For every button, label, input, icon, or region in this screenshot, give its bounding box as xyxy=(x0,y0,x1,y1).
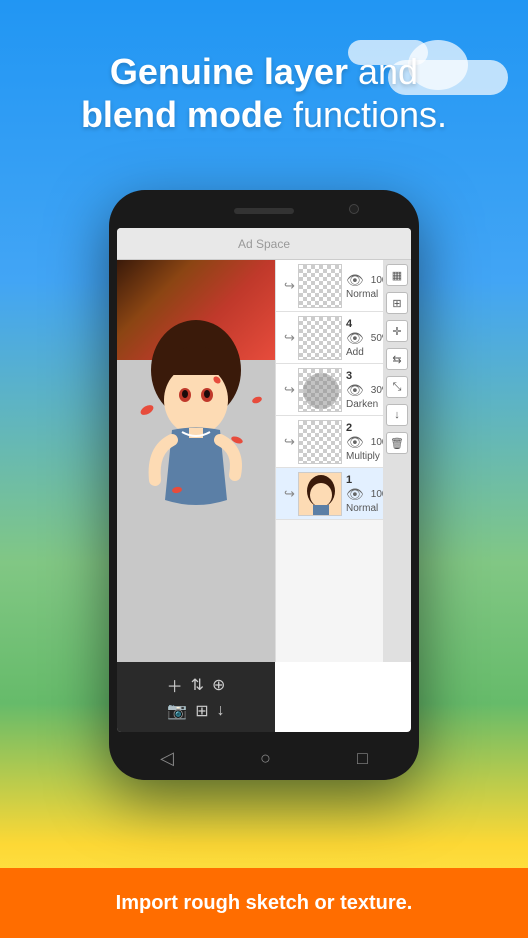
bottom-banner: Import rough sketch or texture. xyxy=(0,868,528,938)
transform-btn[interactable]: ⤡ xyxy=(386,376,408,398)
layer-thumb-1 xyxy=(298,472,342,516)
nav-home-btn[interactable]: ○ xyxy=(260,748,271,769)
export-btn[interactable]: ↓ xyxy=(217,702,225,720)
add-layer-btn[interactable]: ＋ xyxy=(167,673,183,697)
canvas-bottom-toolbar: ＋ ⇅ ⊕ 📷 ⊞ ↓ xyxy=(117,662,275,732)
download-btn[interactable]: ↓ xyxy=(386,404,408,426)
layer-thumb-top xyxy=(298,264,342,308)
layer-thumb-4 xyxy=(298,316,342,360)
canvas-bottom-row-2: 📷 ⊞ ↓ xyxy=(167,701,224,721)
eye-icon-4[interactable]: 👁 xyxy=(346,330,364,347)
layers-btn[interactable]: ⊞ xyxy=(386,292,408,314)
nav-recent-btn[interactable]: □ xyxy=(357,748,368,769)
header-line2-light: functions. xyxy=(283,94,447,135)
eye-icon-1[interactable]: 👁 xyxy=(346,486,364,503)
checker-btn[interactable]: ▦ xyxy=(386,264,408,286)
merge-btn[interactable]: ⇅ xyxy=(191,675,204,695)
eye-icon-2[interactable]: 👁 xyxy=(346,434,364,451)
header-line2-bold: blend mode xyxy=(81,94,283,135)
phone-camera xyxy=(349,204,359,214)
extra-btn[interactable]: ⊕ xyxy=(212,675,225,695)
canvas-area xyxy=(117,260,275,662)
layer-3-preview xyxy=(299,369,342,412)
header-line1-light: and xyxy=(348,51,418,92)
eye-icon-top[interactable]: 👁 xyxy=(346,272,364,289)
nav-back-btn[interactable]: ◁ xyxy=(160,748,174,769)
flip-btn[interactable]: ⇆ xyxy=(386,348,408,370)
anime-figure xyxy=(117,320,275,620)
phone-mockup: Ad Space xyxy=(109,190,419,780)
eye-icon-3[interactable]: 👁 xyxy=(346,382,364,399)
phone-speaker xyxy=(234,208,294,214)
header-line1-bold: Genuine layer xyxy=(110,51,348,92)
header-section: Genuine layer and blend mode functions. xyxy=(0,50,528,136)
layer-thumb-3 xyxy=(298,368,342,412)
ad-space-label: Ad Space xyxy=(238,237,290,251)
layer-thumb-2 xyxy=(298,420,342,464)
move-btn[interactable]: ✛ xyxy=(386,320,408,342)
ad-space-bar: Ad Space xyxy=(117,228,411,260)
right-toolbar: ▦ ⊞ ✛ ⇆ ⤡ ↓ 🗑 xyxy=(383,260,411,662)
delete-btn[interactable]: 🗑 xyxy=(386,432,408,454)
phone-screen: Ad Space xyxy=(117,228,411,732)
canvas-bottom-row-1: ＋ ⇅ ⊕ xyxy=(167,673,226,697)
import-btn[interactable]: ⊞ xyxy=(195,701,208,721)
layer-1-preview xyxy=(299,473,342,516)
banner-text: Import rough sketch or texture. xyxy=(116,892,413,915)
camera-btn[interactable]: 📷 xyxy=(167,701,187,721)
phone-nav-bar: ◁ ○ □ xyxy=(117,736,411,780)
